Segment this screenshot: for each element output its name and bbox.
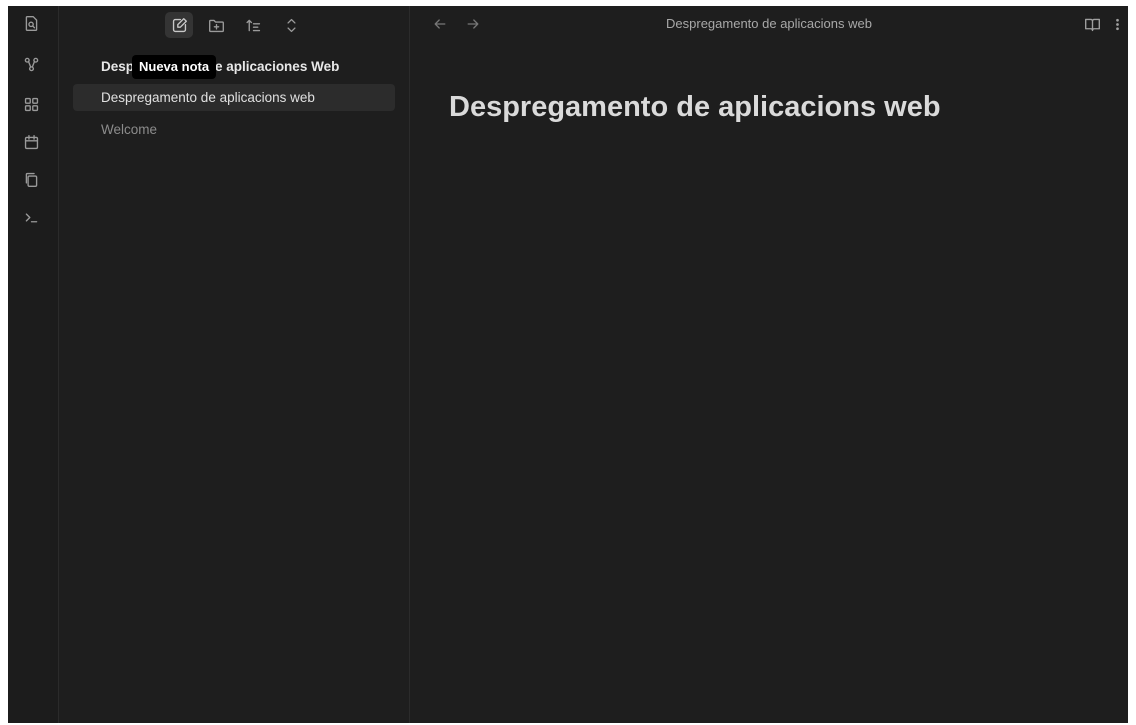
more-options-icon[interactable] [1107,14,1127,34]
command-palette-icon[interactable] [21,207,41,227]
app-window: Despregamento de aplicaciones Web Despre… [8,6,1128,723]
collapse-icon[interactable] [277,12,305,38]
quick-switcher-icon[interactable] [21,13,41,33]
tooltip: Nueva nota [132,55,217,79]
canvas-icon[interactable] [21,94,41,114]
tree-file[interactable]: Welcome [73,116,395,143]
tree-folder[interactable]: Despregamento de aplicaciones Web [73,53,395,80]
graph-view-icon[interactable] [21,54,41,74]
daily-note-icon[interactable] [21,132,41,152]
ribbon [8,6,59,723]
tree-file-label: Despregamento de aplicacions web [101,90,315,105]
templates-icon[interactable] [21,169,41,189]
editor-header: Despregamento de aplicacions web [410,6,1128,44]
header-title: Despregamento de aplicacions web [666,16,872,31]
tree-file-label: Welcome [101,122,158,137]
tree-file-selected[interactable]: Despregamento de aplicacions web [73,84,395,111]
new-note-icon[interactable] [165,12,193,38]
new-folder-icon[interactable] [202,12,230,38]
file-explorer: Despregamento de aplicaciones Web Despre… [59,6,410,723]
sort-icon[interactable] [239,12,267,38]
editor-pane: Despregamento de aplicacions web Despreg… [410,6,1128,723]
explorer-toolbar [59,6,409,44]
document-title: Despregamento de aplicacions web [449,91,941,123]
reading-view-icon[interactable] [1082,14,1102,34]
